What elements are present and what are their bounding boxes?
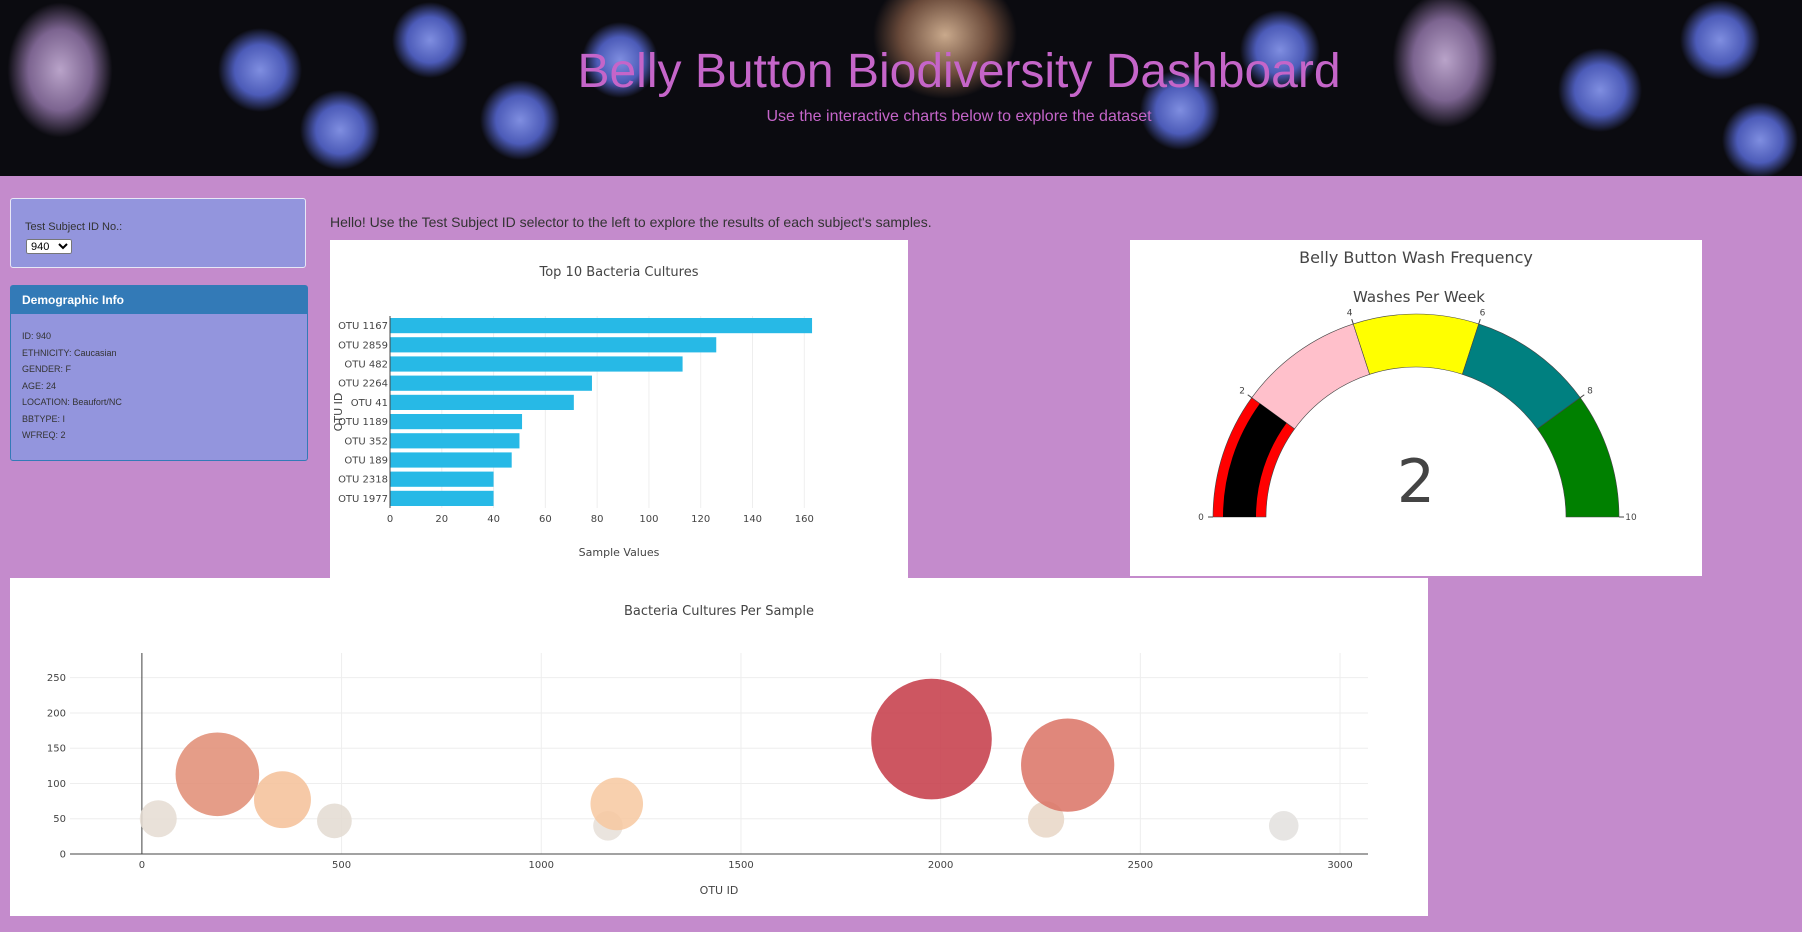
bubble-y-tick-label: 100 (47, 779, 66, 790)
demo-item-gender: GENDER: F (22, 364, 72, 374)
demo-item-wfreq: WFREQ: 2 (22, 430, 66, 440)
bar-y-tick-label: OTU 482 (344, 360, 388, 371)
top10-bar-chart[interactable]: 0 20 40 60 80 100 120 140 160 OTU 1167 OTU 2859 OTU… (330, 240, 908, 578)
bar-y-tick-label: OTU 2859 (338, 340, 388, 351)
bubble-y-tick-label: 200 (47, 708, 66, 719)
demo-item-bbtype: BBTYPE: I (22, 413, 66, 424)
bubble-chart-card: 0 500 1000 1500 2000 2500 3000 0 50 100 150 200 250 B… (10, 578, 1428, 916)
bubble-x-tick-label: 1000 (529, 860, 554, 871)
bar-x-tick-label: 160 (795, 514, 814, 525)
gauge-chart-card: 0 2 4 6 8 10 Belly Button Wash Frequency Washes… (1130, 240, 1702, 576)
bar-mark (390, 490, 494, 506)
bar-y-tick-label: OTU 41 (351, 398, 388, 409)
bar-mark (390, 414, 523, 430)
bubble-y-tick-label: 150 (47, 744, 66, 755)
bubble-mark (253, 771, 311, 829)
gauge-tick-label: 10 (1625, 513, 1637, 523)
bar-x-tick-label: 0 (387, 514, 393, 525)
gauge-tick-label: 4 (1347, 309, 1353, 319)
gauge-subtitle: Washes Per Week (1353, 288, 1485, 306)
bubble-y-tick-label: 50 (53, 814, 66, 825)
bar-mark (390, 337, 717, 353)
demographic-info-list: ID: 940 ETHNICITY: Caucasian GENDER: F A… (11, 314, 307, 447)
bubble-x-tick-label: 2500 (1128, 860, 1153, 871)
bar-y-tick-label: OTU 1189 (338, 417, 388, 428)
gauge-value-number: 2 (1397, 447, 1435, 517)
demo-item-id: ID: 940 (22, 331, 52, 341)
subject-selector-label: Test Subject ID No.: (25, 221, 123, 233)
bar-y-tick-label: OTU 2318 (338, 475, 388, 486)
bar-mark (390, 433, 520, 449)
gauge-tick-label: 8 (1587, 387, 1593, 397)
bar-chart-card: 0 20 40 60 80 100 120 140 160 OTU 1167 OTU 2859 OTU… (330, 240, 908, 578)
bubble-x-tick-label: 500 (332, 860, 351, 871)
bubble-x-tick-label: 3000 (1327, 860, 1352, 871)
bar-x-axis-title: Sample Values (579, 546, 660, 559)
bar-mark (390, 375, 592, 391)
bubble-x-tick-label: 2000 (928, 860, 953, 871)
bubble-mark (175, 732, 260, 817)
gauge-title: Belly Button Wash Frequency (1299, 248, 1533, 267)
bar-mark (390, 394, 574, 410)
gauge-tick-label: 2 (1239, 387, 1245, 397)
subject-id-select[interactable]: 940 (26, 239, 72, 254)
bar-y-tick-label: OTU 1977 (338, 494, 388, 505)
bar-y-tick-label: OTU 1167 (338, 321, 388, 332)
bar-x-tick-label: 100 (639, 514, 658, 525)
bar-y-tick-label: OTU 352 (344, 436, 388, 447)
bubble-mark (139, 800, 177, 838)
demo-item-location: LOCATION: Beaufort/NC (22, 397, 122, 407)
bubble-mark (317, 803, 352, 839)
demo-item-ethnicity: ETHNICITY: Caucasian (22, 347, 117, 358)
bubble-y-tick-label: 0 (60, 850, 66, 861)
bar-x-tick-label: 80 (591, 514, 604, 525)
gauge-tick-label: 0 (1198, 513, 1204, 523)
bar-chart-title: Top 10 Bacteria Cultures (538, 265, 698, 280)
gauge-tick (1478, 319, 1481, 325)
demographic-info-panel: Demographic Info ID: 940 ETHNICITY: Cauc… (10, 285, 308, 461)
subject-selector-panel: Test Subject ID No.: 940 (10, 198, 306, 268)
bubble-y-tick-label: 250 (47, 673, 66, 684)
bar-x-tick-label: 40 (487, 514, 500, 525)
bubble-x-tick-label: 0 (139, 860, 145, 871)
header-banner: Belly Button Biodiversity Dashboard Use … (0, 0, 1802, 176)
gauge-tick-label: 6 (1480, 309, 1486, 319)
bubble-mark (871, 678, 992, 800)
demo-item-age: AGE: 24 (22, 380, 57, 391)
bacteria-bubble-chart[interactable]: 0 500 1000 1500 2000 2500 3000 0 50 100 150 200 250 B… (10, 578, 1428, 916)
bubble-mark (1268, 810, 1299, 841)
bar-y-axis-title: OTU ID (332, 393, 345, 432)
bar-x-tick-label: 20 (435, 514, 448, 525)
demographic-info-title: Demographic Info (11, 286, 307, 314)
bar-x-tick-label: 140 (743, 514, 762, 525)
page-title: Belly Button Biodiversity Dashboard (577, 45, 1341, 98)
page-subtitle: Use the interactive charts below to expl… (766, 108, 1152, 125)
bubble-mark (1021, 718, 1115, 812)
bar-mark (390, 452, 512, 468)
gauge-tick (1351, 319, 1354, 325)
wash-frequency-gauge[interactable]: 0 2 4 6 8 10 Belly Button Wash Frequency Washes… (1130, 240, 1702, 576)
intro-text: Hello! Use the Test Subject ID selector … (330, 214, 932, 230)
bar-mark (390, 471, 494, 487)
bar-y-tick-label: OTU 2264 (338, 379, 388, 390)
bubble-mark (590, 777, 644, 831)
bubble-x-tick-label: 1500 (728, 860, 753, 871)
gauge-step (1352, 313, 1480, 375)
bubble-x-axis-title: OTU ID (700, 884, 739, 897)
bar-x-tick-label: 60 (539, 514, 552, 525)
gauge-tick (1247, 394, 1253, 399)
bubble-chart-title: Bacteria Cultures Per Sample (624, 604, 814, 619)
bar-y-tick-label: OTU 189 (344, 456, 388, 467)
bar-mark (390, 318, 813, 334)
gauge-tick (1579, 394, 1585, 399)
bar-x-tick-label: 120 (691, 514, 710, 525)
bar-mark (390, 356, 683, 372)
